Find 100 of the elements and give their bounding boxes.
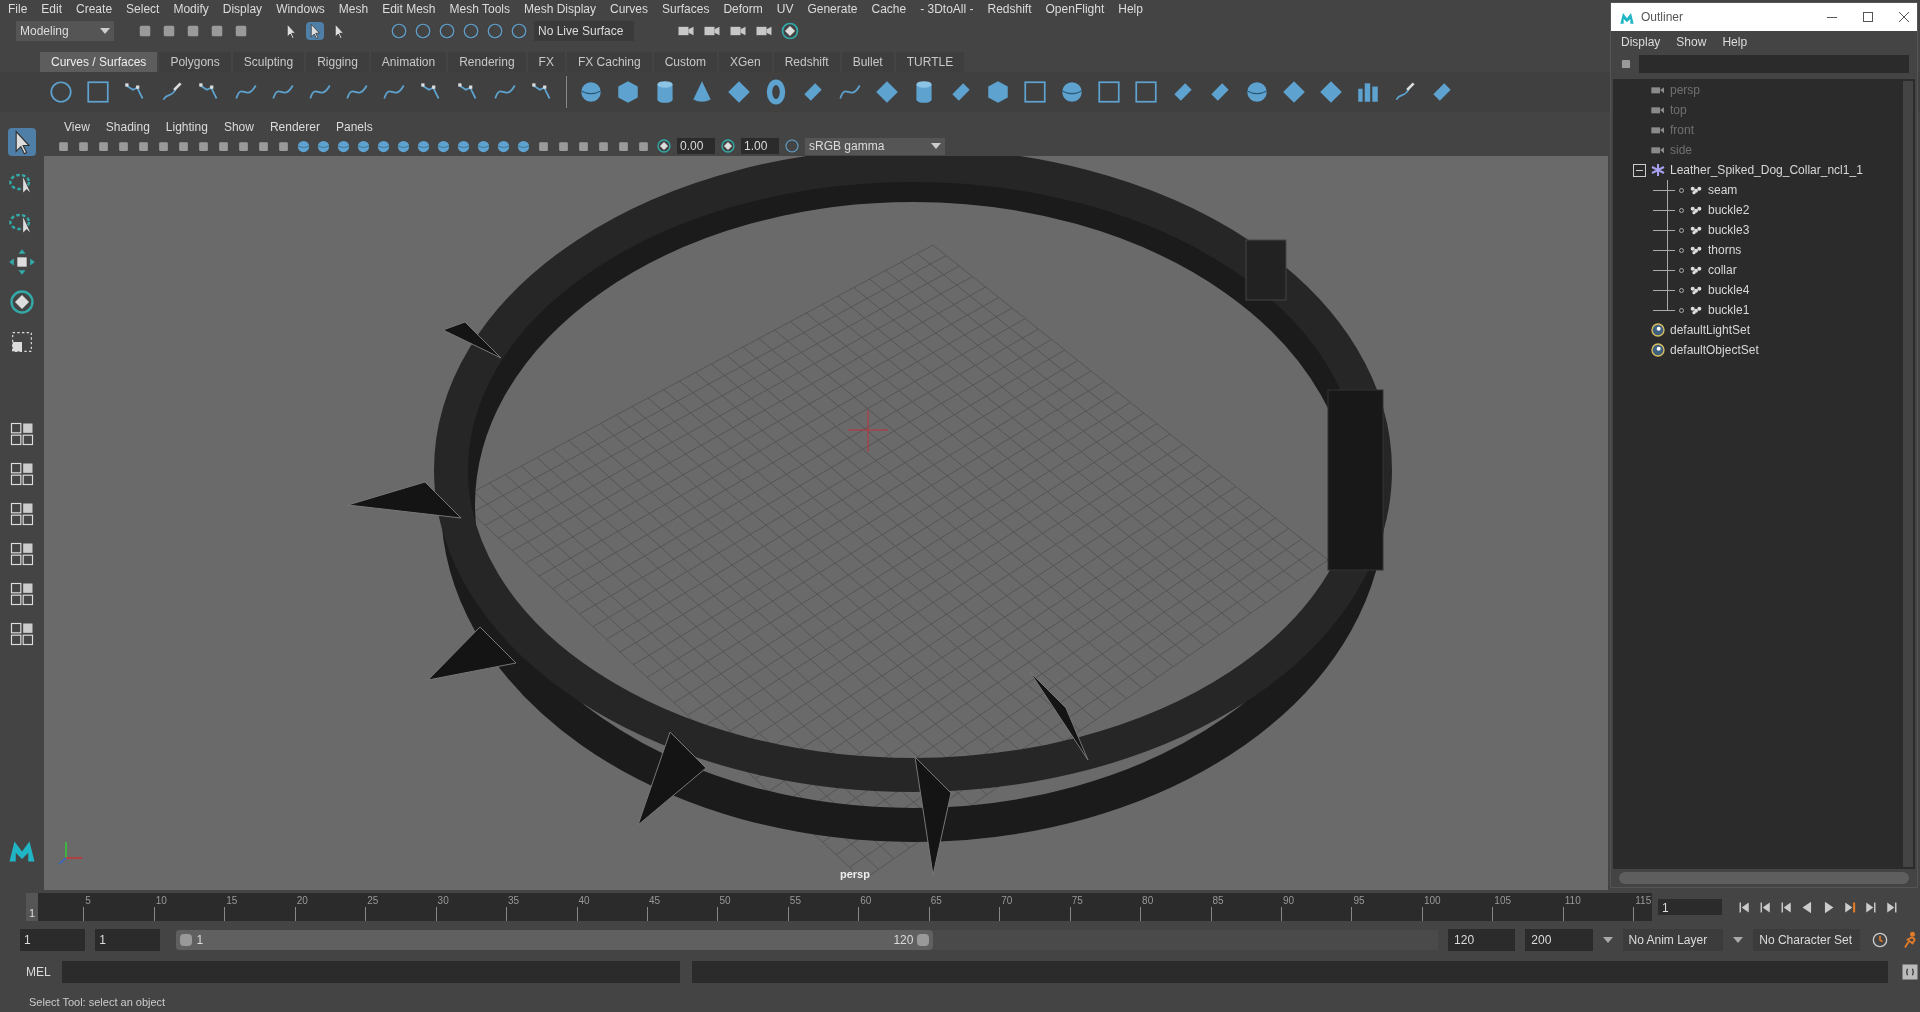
menu-item[interactable]: Mesh Display [524, 0, 597, 18]
shading-icon[interactable] [496, 138, 511, 154]
outliner-item[interactable]: buckle4 [1708, 281, 1750, 299]
exposure-field[interactable]: 0.00 [677, 138, 715, 154]
gamma-icon[interactable] [720, 138, 736, 154]
outliner-item[interactable]: buckle2 [1708, 201, 1750, 219]
menu-item[interactable]: Mesh Tools [449, 0, 510, 18]
range-slider-track[interactable]: 1 120 [176, 930, 1439, 950]
menu-item[interactable]: UV [776, 0, 794, 18]
square-icon[interactable] [85, 79, 111, 105]
menu-item[interactable]: Generate [807, 0, 858, 18]
menu-item[interactable]: - 3DtoAll - [920, 0, 974, 18]
script-editor-icon[interactable] [1900, 962, 1920, 982]
panel-menu-item[interactable]: Lighting [165, 118, 208, 136]
menu-item[interactable]: Surfaces [662, 0, 710, 18]
shelf-tab[interactable]: Rigging [306, 52, 369, 72]
panel-menu-item[interactable]: Shading [105, 118, 150, 136]
menu-item[interactable]: Display [222, 0, 263, 18]
3d-viewport[interactable]: persp [44, 156, 1608, 890]
color-space-dropdown[interactable]: sRGB gamma [805, 137, 945, 155]
shading-icon[interactable] [476, 138, 491, 154]
range-handle-icon[interactable] [180, 934, 193, 946]
layout-icon[interactable] [8, 540, 36, 568]
snap-icon[interactable] [510, 22, 528, 40]
range-handle-icon[interactable] [917, 934, 930, 946]
outliner-item[interactable]: Leather_Spiked_Dog_Collar_ncl1_1 [1670, 161, 1863, 179]
time-slider[interactable]: 1 5 10 15 20 25 30 35 40 45 50 55 60 65 70 75 80 85 90 95 100 105 110 115 [26, 893, 1652, 921]
range-slider-bar[interactable] [176, 930, 934, 950]
outliner-item[interactable]: defaultObjectSet [1670, 341, 1759, 359]
menu-item[interactable]: Select [126, 0, 160, 18]
menu-item[interactable]: Cache [871, 0, 907, 18]
collapse-toggle[interactable] [1633, 163, 1646, 177]
menu-item[interactable]: OpenFlight [1045, 0, 1105, 18]
command-language-label[interactable]: MEL [26, 963, 50, 981]
diamond-icon[interactable] [726, 79, 752, 105]
color-management-icon[interactable] [784, 138, 800, 154]
playback-end-field[interactable]: 120 [1448, 929, 1516, 951]
shelf-tab[interactable]: FX [527, 52, 565, 72]
shading-icon[interactable] [296, 138, 311, 154]
panel-menu-item[interactable]: Renderer [269, 118, 320, 136]
shelf-tab[interactable]: Redshift [773, 52, 840, 72]
circle-icon[interactable] [48, 79, 74, 105]
end-frame-field[interactable]: 200 [1525, 929, 1593, 951]
dropdown-arrow-icon[interactable] [1602, 937, 1613, 943]
menu-item[interactable]: Edit [41, 0, 63, 18]
shelf-tab[interactable]: TURTLE [895, 52, 965, 72]
shading-icon[interactable] [336, 138, 351, 154]
auto-key-icon[interactable] [1870, 930, 1890, 950]
shading-icon[interactable] [456, 138, 471, 154]
outliner-menu-item[interactable]: Help [1722, 33, 1748, 51]
shelf-tab[interactable]: Animation [370, 52, 447, 72]
rotate-tool-icon[interactable] [8, 288, 36, 316]
character-set-dropdown[interactable]: No Character Set [1753, 929, 1860, 951]
snap-icon[interactable] [462, 22, 480, 40]
cube-icon[interactable] [985, 79, 1011, 105]
menu-item[interactable]: Modify [173, 0, 209, 18]
shading-icon[interactable] [436, 138, 451, 154]
layout-icon[interactable] [8, 460, 36, 488]
cube-icon[interactable] [615, 79, 641, 105]
menu-item[interactable]: Deform [723, 0, 763, 18]
shelf-tab[interactable]: FX Caching [566, 52, 652, 72]
shelf-tab[interactable]: Custom [653, 52, 717, 72]
outliner-item[interactable]: collar [1708, 261, 1737, 279]
layout-icon[interactable] [8, 420, 36, 448]
shelf-tab[interactable]: Polygons [159, 52, 231, 72]
shelf-tab[interactable]: Curves / Surfaces [40, 52, 158, 72]
horizontal-scrollbar[interactable] [1619, 872, 1909, 884]
shading-icon[interactable] [316, 138, 331, 154]
menu-item[interactable]: Windows [276, 0, 325, 18]
outliner-menu-item[interactable]: Display [1621, 33, 1661, 51]
shading-icon[interactable] [396, 138, 411, 154]
snap-icon[interactable] [486, 22, 504, 40]
sphere-icon[interactable] [578, 79, 604, 105]
outliner-item[interactable]: thorns [1708, 241, 1742, 259]
select-object-icon[interactable] [306, 22, 324, 40]
select-tool-icon[interactable] [8, 128, 36, 156]
outliner-item[interactable]: buckle3 [1708, 221, 1750, 239]
outliner-item[interactable]: defaultLightSet [1670, 321, 1751, 339]
outliner-menu-item[interactable]: Show [1676, 33, 1707, 51]
maximize-icon[interactable] [1863, 12, 1873, 22]
layout-icon[interactable] [8, 580, 36, 608]
shelf-tab[interactable]: Bullet [841, 52, 894, 72]
shading-icon[interactable] [356, 138, 371, 154]
menu-item[interactable]: Mesh [338, 0, 369, 18]
command-input-field[interactable] [62, 961, 680, 983]
search-field[interactable] [1639, 55, 1909, 73]
outliner-item[interactable]: seam [1708, 181, 1738, 199]
move-tool-icon[interactable] [8, 248, 36, 276]
menu-item[interactable]: Curves [610, 0, 649, 18]
shading-icon[interactable] [376, 138, 391, 154]
layout-icon[interactable] [8, 620, 36, 648]
panel-menu-item[interactable]: View [64, 118, 90, 136]
dropdown-arrow-icon[interactable] [1733, 937, 1744, 943]
snap-icon[interactable] [390, 22, 408, 40]
gamma-field[interactable]: 1.00 [741, 138, 779, 154]
menu-item[interactable]: Create [76, 0, 113, 18]
shelf-tab[interactable]: Sculpting [232, 52, 305, 72]
panel-menu-item[interactable]: Panels [335, 118, 373, 136]
mode-dropdown[interactable]: Modeling [16, 21, 114, 41]
shelf-tab[interactable]: XGen [718, 52, 772, 72]
